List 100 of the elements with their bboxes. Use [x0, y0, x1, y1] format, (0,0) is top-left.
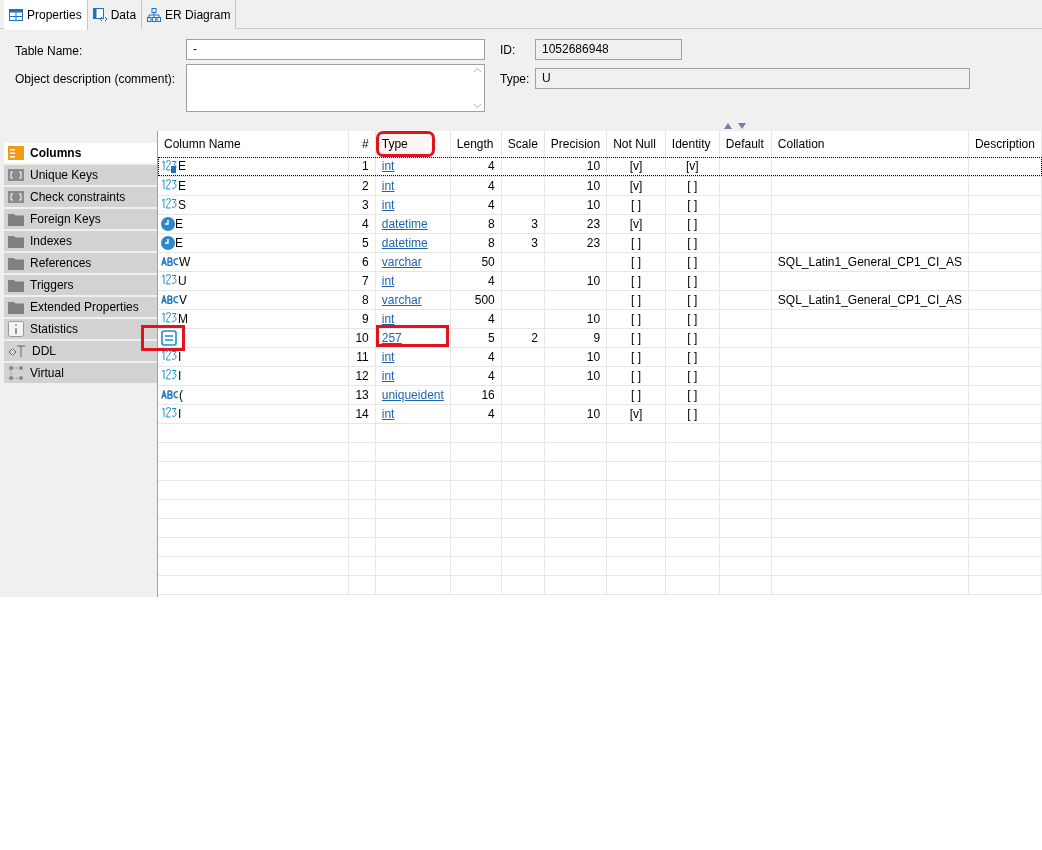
table-cell: 10 — [586, 159, 601, 174]
column-header[interactable]: Collation — [777, 137, 825, 151]
column-header[interactable]: Precision — [550, 137, 601, 151]
side-tab[interactable]: DDL — [4, 341, 157, 363]
type-link[interactable]: int — [381, 349, 395, 364]
type-link[interactable]: 257 — [381, 330, 402, 345]
side-tab[interactable]: Virtual — [4, 363, 157, 385]
table-cell: 5 — [362, 235, 369, 250]
description-field[interactable] — [186, 64, 485, 112]
brackets-icon — [8, 169, 24, 181]
table-cell: 10 — [586, 178, 601, 193]
column-header[interactable]: Not Null — [613, 137, 656, 151]
table-cell: [ ] — [687, 349, 698, 364]
side-tab[interactable]: Triggers — [4, 275, 157, 297]
type-link[interactable]: int — [381, 197, 395, 212]
hierarchy-icon — [147, 7, 162, 22]
tab[interactable]: Data — [87, 0, 143, 29]
tab[interactable]: ER Diagram — [142, 0, 237, 29]
type-link[interactable]: int — [381, 178, 395, 193]
column-name: I — [178, 348, 182, 366]
folder-icon — [8, 300, 24, 314]
folder-icon — [8, 278, 24, 292]
field-label: Object description (comment): — [15, 71, 177, 88]
table-name-field[interactable]: - — [186, 39, 485, 60]
column-name: V — [179, 291, 187, 309]
column-name: I — [178, 405, 182, 423]
table-cell: 10 — [586, 197, 601, 212]
table-cell: 4 — [488, 349, 495, 364]
table-icon — [9, 9, 23, 21]
brackets-icon — [8, 191, 24, 203]
column-name: E — [178, 177, 186, 195]
table-cell: 3 — [362, 197, 369, 212]
scroll-down-icon[interactable] — [473, 103, 482, 109]
table-cell: 10 — [586, 406, 601, 421]
column-header[interactable]: Default — [725, 137, 764, 151]
table-cell: 4 — [488, 273, 495, 288]
table-cell: 13 — [355, 387, 369, 402]
table-cell: 50 — [481, 254, 495, 269]
table-cell: 10 — [586, 368, 601, 383]
column-name: I — [178, 367, 182, 385]
table-cell: 4 — [488, 197, 495, 212]
table-cell: 10 — [586, 273, 601, 288]
column-name: E — [175, 234, 183, 252]
scroll-up-icon[interactable] — [473, 67, 482, 73]
table-cell: 10 — [586, 311, 601, 326]
field-label: ID: — [500, 41, 517, 59]
table-cell: SQL_Latin1_General_CP1_CI_AS — [777, 254, 962, 269]
side-tab[interactable]: Unique Keys — [4, 165, 157, 187]
type-link[interactable]: datetime — [381, 235, 428, 250]
type-link[interactable]: varchar — [381, 254, 422, 269]
column-name: S — [178, 196, 186, 214]
table-cell: [v] — [629, 159, 643, 174]
table-cell: 10 — [355, 330, 369, 345]
type-link[interactable]: int — [381, 273, 395, 288]
column-name: M — [178, 310, 188, 328]
table-cell: 9 — [362, 311, 369, 326]
type-link[interactable]: int — [381, 406, 395, 421]
column-header[interactable]: Type — [375, 131, 435, 157]
column-header[interactable]: Identity — [671, 137, 711, 151]
type-link[interactable]: int — [381, 368, 395, 383]
table-cell: 8 — [488, 235, 495, 250]
table-cell: 7 — [362, 273, 369, 288]
table-cell: 11 — [356, 349, 369, 364]
table-cell: [ ] — [631, 330, 641, 345]
side-tab[interactable]: Check constraints — [4, 187, 157, 209]
type-link[interactable]: datetime — [381, 216, 428, 231]
column-header[interactable]: Column Name — [164, 137, 241, 151]
field-label: Table Name: — [15, 43, 84, 60]
type-link[interactable]: int — [381, 311, 395, 326]
table-cell: [ ] — [631, 292, 641, 307]
table-cell: 4 — [488, 406, 495, 421]
table-cell: 3 — [531, 216, 538, 231]
table-cell: 4 — [488, 311, 495, 326]
column-header[interactable]: Length — [456, 137, 494, 151]
column-header[interactable]: # — [362, 137, 369, 151]
side-tab[interactable]: References — [4, 253, 157, 275]
table-cell: [v] — [629, 216, 643, 231]
table-cell: 4 — [488, 178, 495, 193]
table-cell: [ ] — [687, 254, 698, 269]
column-header[interactable]: Scale — [507, 137, 538, 151]
side-tab[interactable]: Statistics — [4, 319, 157, 341]
column-header[interactable]: Description — [974, 137, 1035, 151]
tab[interactable]: Properties — [4, 0, 88, 30]
column-name: ( — [179, 386, 183, 404]
side-tab[interactable]: Foreign Keys — [4, 209, 157, 231]
side-tab[interactable]: Extended Properties — [4, 297, 157, 319]
table-cell: [v] — [686, 159, 699, 174]
side-tab[interactable]: Indexes — [4, 231, 157, 253]
info-icon — [8, 321, 24, 337]
table-cell: 9 — [593, 330, 601, 345]
table-cell: 4 — [488, 368, 495, 383]
table-cell: [ ] — [631, 368, 641, 383]
table-cell: 3 — [531, 235, 538, 250]
type-link[interactable]: uniqueident — [381, 387, 444, 402]
type-field: U — [535, 68, 970, 89]
side-tab[interactable]: Columns — [4, 143, 157, 165]
type-link[interactable]: varchar — [381, 292, 422, 307]
type-link[interactable]: int — [381, 159, 395, 174]
table-cell: [ ] — [687, 406, 698, 421]
sort-arrows-icon[interactable] — [724, 123, 746, 129]
